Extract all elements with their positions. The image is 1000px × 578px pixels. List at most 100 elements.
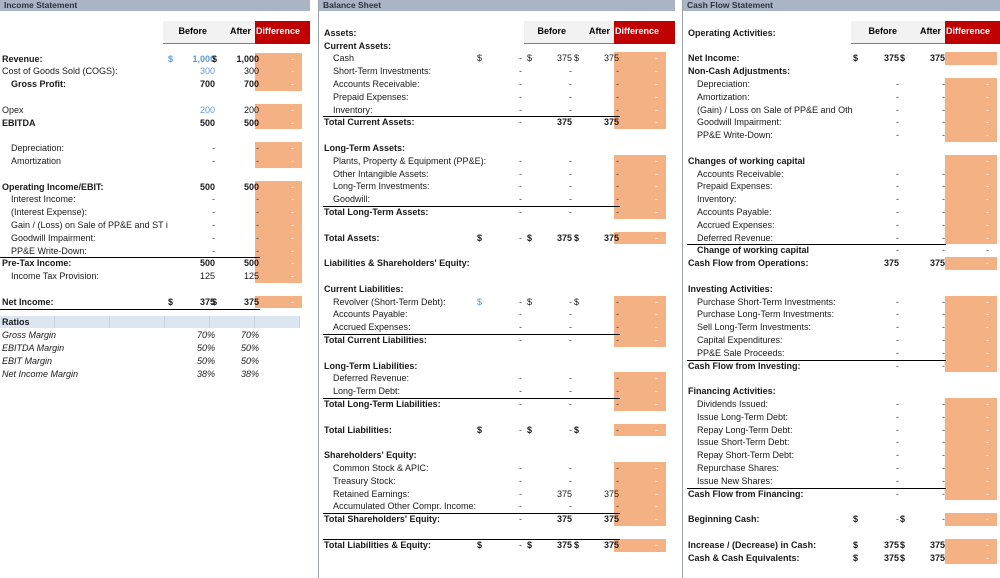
cell-empty-dash[interactable]: - bbox=[849, 411, 899, 424]
cell-empty-dash[interactable]: - bbox=[849, 129, 899, 142]
cell-empty-dash[interactable]: - bbox=[849, 91, 899, 104]
difference-cell[interactable]: - bbox=[614, 321, 658, 334]
cell-empty-dash[interactable]: - bbox=[569, 193, 619, 206]
cell-empty-dash[interactable]: - bbox=[522, 475, 572, 488]
statement-row[interactable]: Issue New Shares: - - - bbox=[683, 475, 1000, 488]
cell-empty-dash[interactable]: - bbox=[895, 206, 945, 219]
statement-row[interactable]: Total Liabilities & Equity: $ - $375 $375- bbox=[319, 539, 674, 552]
cell-empty-dash[interactable]: - bbox=[569, 168, 619, 181]
cell-empty-dash[interactable]: - bbox=[207, 155, 259, 168]
difference-cell[interactable]: - bbox=[255, 78, 294, 91]
cell-empty-dash[interactable]: - bbox=[207, 193, 259, 206]
cell-empty-dash[interactable]: - bbox=[472, 500, 522, 513]
statement-row[interactable]: Issue Short-Term Debt: - - - bbox=[683, 436, 1000, 449]
statement-row[interactable]: PP&E Write-Down: - - - bbox=[0, 245, 310, 258]
difference-cell[interactable]: - bbox=[255, 296, 294, 309]
cell-value[interactable]: 375 bbox=[849, 539, 899, 552]
cell-empty-dash[interactable]: - bbox=[569, 321, 619, 334]
difference-cell[interactable]: - bbox=[945, 206, 989, 219]
cell-empty-dash[interactable]: - bbox=[472, 104, 522, 117]
statement-row[interactable]: Cash Flow from Operations: 375 375- bbox=[683, 257, 1000, 270]
statement-row[interactable]: Cash Flow from Investing: - - - bbox=[683, 360, 1000, 373]
difference-cell[interactable]: - bbox=[614, 385, 658, 398]
statement-row[interactable]: Change of working capital - - - bbox=[683, 244, 1000, 257]
cell-value[interactable]: 375 bbox=[522, 488, 572, 501]
cell-empty-dash[interactable]: - bbox=[569, 372, 619, 385]
difference-cell[interactable]: - bbox=[255, 206, 294, 219]
statement-row[interactable]: Operating Activities: bbox=[683, 27, 1000, 40]
cell-value[interactable]: 700 bbox=[207, 78, 259, 91]
cell-empty-dash[interactable]: - bbox=[472, 206, 522, 219]
statement-row[interactable]: Accrued Expenses: - - - - bbox=[319, 321, 674, 334]
difference-cell[interactable]: - bbox=[614, 539, 658, 552]
statement-row[interactable]: Investing Activities: bbox=[683, 283, 1000, 296]
cell-empty-dash[interactable]: - bbox=[895, 180, 945, 193]
difference-cell[interactable]: - bbox=[614, 308, 658, 321]
difference-cell[interactable]: - bbox=[255, 219, 294, 232]
statement-row[interactable]: Accumulated Other Compr. Income: - - - - bbox=[319, 500, 674, 513]
difference-cell[interactable]: - bbox=[945, 308, 989, 321]
cell-empty-dash[interactable]: - bbox=[895, 347, 945, 360]
cell-empty-dash[interactable]: - bbox=[472, 308, 522, 321]
difference-cell[interactable]: - bbox=[614, 296, 658, 309]
statement-row[interactable]: Total Shareholders' Equity: -375 375- bbox=[319, 513, 674, 526]
cell-value[interactable]: 375 bbox=[569, 232, 619, 245]
statement-row[interactable]: Shareholders' Equity: bbox=[319, 449, 674, 462]
statement-row[interactable]: Total Long-Term Liabilities: - - - - bbox=[319, 398, 674, 411]
cell-empty-dash[interactable]: - bbox=[522, 462, 572, 475]
difference-cell[interactable]: - bbox=[614, 488, 658, 501]
cell-empty-dash[interactable]: - bbox=[849, 104, 899, 117]
cell-value[interactable]: 500 bbox=[207, 257, 259, 270]
difference-cell[interactable]: - bbox=[945, 257, 989, 270]
statement-row[interactable]: Non-Cash Adjustments: bbox=[683, 65, 1000, 78]
statement-row[interactable]: Changes of working capital - bbox=[683, 155, 1000, 168]
difference-cell[interactable]: - bbox=[945, 219, 989, 232]
statement-row[interactable]: (Interest Expense): - - - bbox=[0, 206, 310, 219]
cell-empty-dash[interactable]: - bbox=[522, 206, 572, 219]
statement-row[interactable]: Retained Earnings: -375 375- bbox=[319, 488, 674, 501]
cell-empty-dash[interactable]: - bbox=[849, 116, 899, 129]
cell-empty-dash[interactable]: - bbox=[895, 308, 945, 321]
statement-row[interactable]: Repay Short-Term Debt: - - - bbox=[683, 449, 1000, 462]
statement-row[interactable]: Purchase Long-Term Investments: - - - bbox=[683, 308, 1000, 321]
statement-row[interactable]: Prepaid Expenses: - - - - bbox=[319, 91, 674, 104]
difference-cell[interactable]: - bbox=[614, 104, 658, 117]
statement-row[interactable]: Amortization - - - bbox=[0, 155, 310, 168]
cell-value[interactable]: 375 bbox=[522, 513, 572, 526]
difference-cell[interactable]: - bbox=[945, 411, 989, 424]
cell-empty-dash[interactable]: - bbox=[472, 334, 522, 347]
cell-empty-dash[interactable]: - bbox=[472, 296, 522, 309]
difference-cell[interactable]: - bbox=[255, 117, 294, 130]
cell-value[interactable]: 375 bbox=[569, 52, 619, 65]
difference-cell[interactable]: - bbox=[945, 462, 989, 475]
statement-row[interactable]: Depreciation: - - - bbox=[683, 78, 1000, 91]
cell-empty-dash[interactable]: - bbox=[849, 347, 899, 360]
difference-cell[interactable]: - bbox=[255, 53, 294, 66]
cell-empty-dash[interactable]: - bbox=[522, 104, 572, 117]
cell-empty-dash[interactable]: - bbox=[472, 321, 522, 334]
statement-row[interactable]: Amortization: - - - bbox=[683, 91, 1000, 104]
cell-empty-dash[interactable]: - bbox=[472, 52, 522, 65]
difference-cell[interactable]: - bbox=[614, 500, 658, 513]
difference-cell[interactable]: - bbox=[255, 142, 294, 155]
statement-row[interactable]: Accounts Receivable: - - - bbox=[683, 168, 1000, 181]
cell-empty-dash[interactable]: - bbox=[207, 245, 259, 258]
statement-row[interactable]: Pre-Tax Income: 500 500- bbox=[0, 257, 310, 270]
difference-cell[interactable]: - bbox=[614, 78, 658, 91]
cell-empty-dash[interactable]: - bbox=[849, 398, 899, 411]
statement-row[interactable]: Common Stock & APIC: - - - - bbox=[319, 462, 674, 475]
cell-empty-dash[interactable]: - bbox=[569, 180, 619, 193]
statement-row[interactable]: PP&E Sale Proceeds: - - - bbox=[683, 347, 1000, 360]
statement-row[interactable]: Goodwill Impairment: - - - bbox=[0, 232, 310, 245]
difference-cell[interactable]: - bbox=[614, 180, 658, 193]
statement-row[interactable]: (Gain) / Loss on Sale of PP&E and Oth - - - bbox=[683, 104, 1000, 117]
difference-cell[interactable]: - bbox=[614, 513, 658, 526]
statement-row[interactable]: PP&E Write-Down: - - - bbox=[683, 129, 1000, 142]
cell-empty-dash[interactable]: - bbox=[472, 385, 522, 398]
statement-row[interactable]: Accounts Payable: - - - - bbox=[319, 308, 674, 321]
cell-empty-dash[interactable]: - bbox=[569, 424, 619, 437]
difference-cell[interactable]: - bbox=[614, 91, 658, 104]
cell-empty-dash[interactable]: - bbox=[472, 78, 522, 91]
cell-empty-dash[interactable]: - bbox=[472, 168, 522, 181]
cell-empty-dash[interactable]: - bbox=[849, 168, 899, 181]
